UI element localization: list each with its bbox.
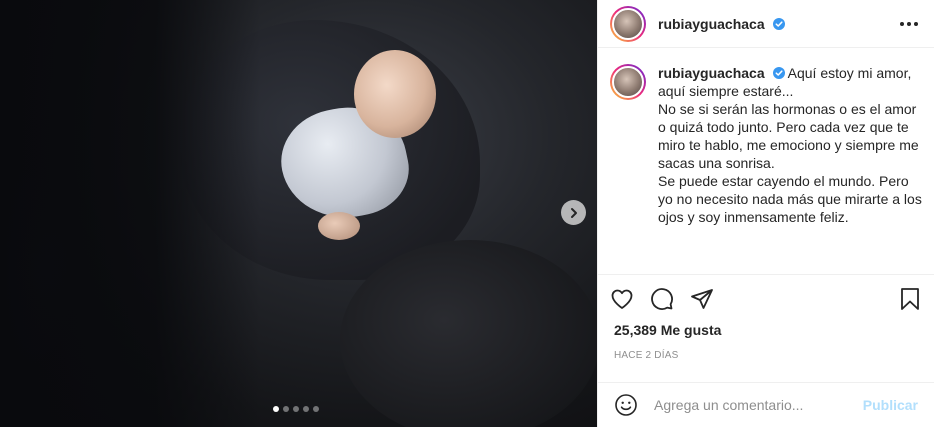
comment-button[interactable] bbox=[650, 279, 690, 319]
username-text: rubiayguachaca bbox=[658, 15, 765, 32]
verified-badge-icon bbox=[772, 17, 785, 30]
carousel-next-button[interactable] bbox=[561, 200, 586, 225]
caption-username[interactable]: rubiayguachaca bbox=[658, 65, 765, 81]
caption-line: No se si serán las hormonas o es el amor… bbox=[658, 101, 919, 171]
carousel-dot bbox=[273, 406, 279, 412]
emoji-icon[interactable] bbox=[614, 393, 638, 417]
share-icon bbox=[691, 288, 713, 309]
avatar[interactable] bbox=[610, 5, 646, 42]
share-button[interactable] bbox=[690, 279, 730, 319]
more-icon bbox=[900, 21, 904, 26]
publish-button[interactable]: Publicar bbox=[863, 397, 918, 413]
instagram-post: rubiayguachaca rubiayguachaca Aquí estoy… bbox=[0, 0, 934, 427]
caption: rubiayguachaca Aquí estoy mi amor, aquí … bbox=[658, 64, 922, 274]
heart-icon bbox=[611, 289, 633, 309]
comment-icon bbox=[651, 287, 673, 310]
save-button[interactable] bbox=[882, 279, 922, 319]
carousel-dot bbox=[303, 406, 309, 412]
post-sidebar: rubiayguachaca rubiayguachaca Aquí estoy… bbox=[597, 0, 934, 427]
comment-input[interactable] bbox=[654, 397, 863, 413]
carousel-dots bbox=[273, 406, 319, 412]
comment-form: Publicar bbox=[598, 382, 934, 427]
post-image[interactable] bbox=[0, 0, 597, 427]
caption-avatar[interactable] bbox=[610, 64, 646, 100]
post-header: rubiayguachaca bbox=[598, 0, 934, 48]
more-options-button[interactable] bbox=[900, 21, 918, 26]
username-link[interactable]: rubiayguachaca bbox=[658, 16, 785, 32]
bookmark-icon bbox=[901, 287, 919, 310]
verified-badge-icon bbox=[772, 67, 785, 79]
carousel-dot bbox=[283, 406, 289, 412]
action-bar bbox=[598, 274, 934, 322]
image-shadow bbox=[0, 0, 260, 427]
image-baby-head bbox=[354, 50, 436, 138]
caption-line: Se puede estar cayendo el mundo. Pero yo… bbox=[658, 173, 922, 225]
like-button[interactable] bbox=[610, 279, 650, 319]
likes-count[interactable]: 25,389 Me gusta bbox=[598, 322, 934, 340]
carousel-dot bbox=[293, 406, 299, 412]
caption-area: rubiayguachaca Aquí estoy mi amor, aquí … bbox=[598, 48, 934, 274]
image-baby-hand bbox=[318, 212, 360, 240]
carousel-dot bbox=[313, 406, 319, 412]
post-timestamp[interactable]: HACE 2 DÍAS bbox=[598, 350, 934, 364]
chevron-right-icon bbox=[570, 207, 577, 218]
image-blanket-lower bbox=[340, 240, 597, 427]
